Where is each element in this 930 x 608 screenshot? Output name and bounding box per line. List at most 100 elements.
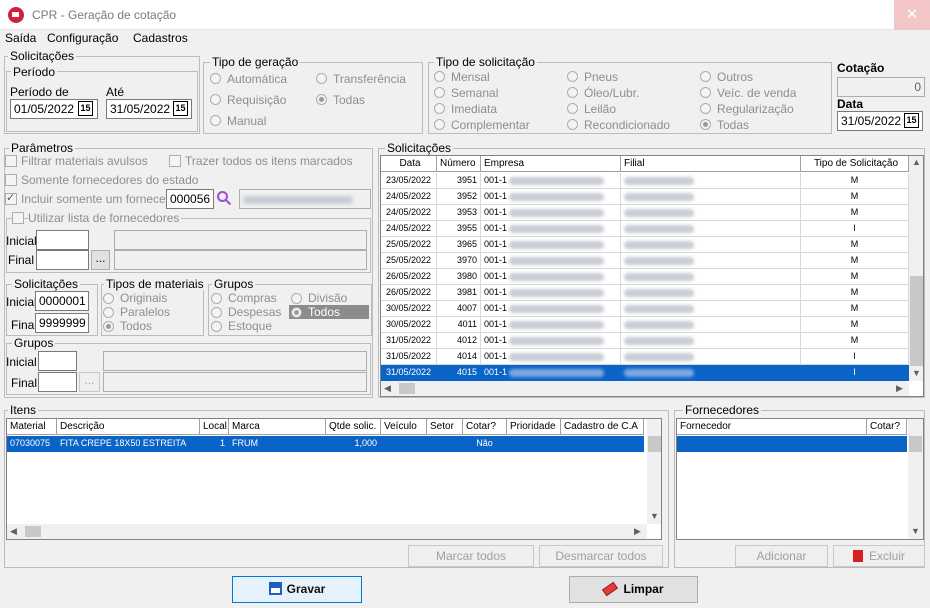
menu-configuracao[interactable]: Configuração	[47, 31, 118, 45]
final-forn-ellipsis-button[interactable]: ...	[91, 250, 110, 270]
limpar-button[interactable]: Limpar	[569, 576, 698, 603]
col-numero[interactable]: Número	[437, 156, 481, 172]
radio-transferencia[interactable]	[316, 73, 327, 84]
forn-scroll-down-icon[interactable]: ▼	[911, 526, 920, 536]
solicitacoes-hscroll[interactable]: ◀ ▶	[381, 381, 909, 396]
radio-despesas[interactable]	[211, 307, 222, 318]
col-prioridade[interactable]: Prioridade	[507, 419, 561, 435]
solicitacao-row[interactable]: 24/05/2022 3955 001-1 I	[381, 221, 909, 237]
radio-mensal[interactable]	[434, 71, 445, 82]
chk-trazer-todos[interactable]	[169, 155, 181, 167]
fornecedores-selected-row[interactable]	[677, 436, 907, 452]
itens-vscroll-thumb[interactable]	[648, 436, 661, 452]
solicitacao-row[interactable]: 31/05/2022 4014 001-1 I	[381, 349, 909, 365]
chk-utilizar-lista[interactable]	[12, 212, 24, 224]
col-descricao[interactable]: Descrição	[57, 419, 200, 435]
menu-saida[interactable]: Saída	[5, 31, 36, 45]
radio-outros[interactable]	[700, 71, 711, 82]
radio-recondicionado[interactable]	[567, 119, 578, 130]
col-material[interactable]: Material	[7, 419, 57, 435]
col-veiculo[interactable]: Veículo	[381, 419, 427, 435]
radio-regularizacao[interactable]	[700, 103, 711, 114]
solicitacoes-hscroll-thumb[interactable]	[399, 383, 415, 394]
calendar-ate-icon[interactable]: 15	[173, 101, 188, 116]
grupos-final-ellipsis-button[interactable]: ...	[79, 372, 100, 392]
col-cadastro-ca[interactable]: Cadastro de C.A	[561, 419, 644, 435]
solic-final-input[interactable]: 9999999	[35, 313, 89, 333]
menu-cadastros[interactable]: Cadastros	[133, 31, 188, 45]
col-data[interactable]: Data	[381, 156, 437, 172]
radio-manual[interactable]	[210, 115, 221, 126]
itens-hscroll[interactable]: ◀ ▶	[7, 524, 647, 539]
radio-semanal[interactable]	[434, 87, 445, 98]
chk-somente-estado[interactable]	[5, 174, 17, 186]
chk-filtrar-avulsos[interactable]	[5, 155, 17, 167]
solicitacoes-vscroll-thumb[interactable]	[910, 276, 923, 366]
radio-todas-solic[interactable]	[700, 119, 711, 130]
marcar-todos-button[interactable]: Marcar todos	[408, 545, 534, 567]
gravar-button[interactable]: Gravar	[232, 576, 362, 603]
radio-automatica[interactable]	[210, 73, 221, 84]
solicitacao-row[interactable]: 24/05/2022 3952 001-1 M	[381, 189, 909, 205]
solicitacao-row[interactable]: 31/05/2022 4012 001-1 M	[381, 333, 909, 349]
excluir-button[interactable]: Excluir	[833, 545, 925, 567]
fornecedor-code-input[interactable]: 000056	[166, 189, 214, 209]
close-button[interactable]: ✕	[894, 0, 930, 30]
itens-table[interactable]: Material Descrição Local Marca Qtde soli…	[6, 418, 662, 540]
radio-complementar[interactable]	[434, 119, 445, 130]
fornecedores-vscroll-thumb[interactable]	[909, 436, 922, 452]
scroll-up-icon[interactable]: ▲	[912, 157, 921, 167]
desmarcar-todos-button[interactable]: Desmarcar todos	[539, 545, 663, 567]
col-filial[interactable]: Filial	[621, 156, 801, 172]
scroll-down-icon[interactable]: ▼	[912, 368, 921, 378]
cotacao-input[interactable]: 0	[837, 77, 925, 97]
search-icon[interactable]	[216, 190, 232, 206]
radio-paralelos[interactable]	[103, 307, 114, 318]
radio-divisao[interactable]	[291, 293, 302, 304]
calendar-de-icon[interactable]: 15	[78, 101, 93, 116]
solicitacao-row[interactable]: 25/05/2022 3970 001-1 M	[381, 253, 909, 269]
fornecedores-vscroll[interactable]: ▼	[908, 419, 923, 539]
radio-compras[interactable]	[211, 293, 222, 304]
col-forn-cotar[interactable]: Cotar?	[867, 419, 907, 435]
itens-scroll-down-icon[interactable]: ▼	[650, 511, 659, 521]
adicionar-button[interactable]: Adicionar	[735, 545, 828, 567]
radio-todos-grupos[interactable]	[291, 307, 302, 318]
solicitacoes-vscroll[interactable]: ▲ ▼	[909, 156, 923, 381]
col-marca[interactable]: Marca	[229, 419, 326, 435]
itens-row[interactable]: 07030075 FITA CREPE 18X50 ESTREITA 1 FRU…	[7, 436, 644, 452]
radio-requisicao[interactable]	[210, 94, 221, 105]
scroll-left-icon[interactable]: ◀	[384, 383, 391, 394]
chk-incluir-fornecedor[interactable]	[5, 191, 17, 205]
radio-originais[interactable]	[103, 293, 114, 304]
solicitacao-row[interactable]: 30/05/2022 4007 001-1 M	[381, 301, 909, 317]
solicitacoes-table[interactable]: Data Número Empresa Filial Tipo de Solic…	[380, 155, 924, 397]
solicitacao-row[interactable]: 26/05/2022 3981 001-1 M	[381, 285, 909, 301]
solic-inicial-input[interactable]: 0000001	[35, 291, 89, 311]
fornecedores-table[interactable]: Fornecedor Cotar? ▼	[676, 418, 924, 540]
col-fornecedor[interactable]: Fornecedor	[677, 419, 867, 435]
calendar-data-icon[interactable]: 15	[904, 113, 919, 128]
col-setor[interactable]: Setor	[427, 419, 463, 435]
radio-pneus[interactable]	[567, 71, 578, 82]
itens-hscroll-thumb[interactable]	[25, 526, 41, 537]
itens-scroll-left-icon[interactable]: ◀	[10, 526, 17, 537]
radio-oleo[interactable]	[567, 87, 578, 98]
radio-todos-mat[interactable]	[103, 321, 114, 332]
final-forn-input[interactable]	[36, 250, 89, 270]
grupos-inicial-input[interactable]	[38, 351, 77, 371]
solicitacao-row[interactable]: 30/05/2022 4011 001-1 M	[381, 317, 909, 333]
radio-todas-geracao[interactable]	[316, 94, 327, 105]
col-qtde[interactable]: Qtde solic.	[326, 419, 381, 435]
fornecedor-name-input[interactable]	[239, 189, 371, 209]
solicitacao-row[interactable]: 24/05/2022 3953 001-1 M	[381, 205, 909, 221]
solicitacao-row[interactable]: 25/05/2022 3965 001-1 M	[381, 237, 909, 253]
radio-imediata[interactable]	[434, 103, 445, 114]
col-local[interactable]: Local	[200, 419, 229, 435]
radio-veic-venda[interactable]	[700, 87, 711, 98]
solicitacao-row[interactable]: 31/05/2022 4015 001-1 I	[381, 365, 909, 381]
radio-estoque[interactable]	[211, 321, 222, 332]
scroll-right-icon[interactable]: ▶	[896, 383, 903, 394]
grupos-final-input[interactable]	[38, 372, 77, 392]
solicitacao-row[interactable]: 23/05/2022 3951 001-1 M	[381, 173, 909, 189]
